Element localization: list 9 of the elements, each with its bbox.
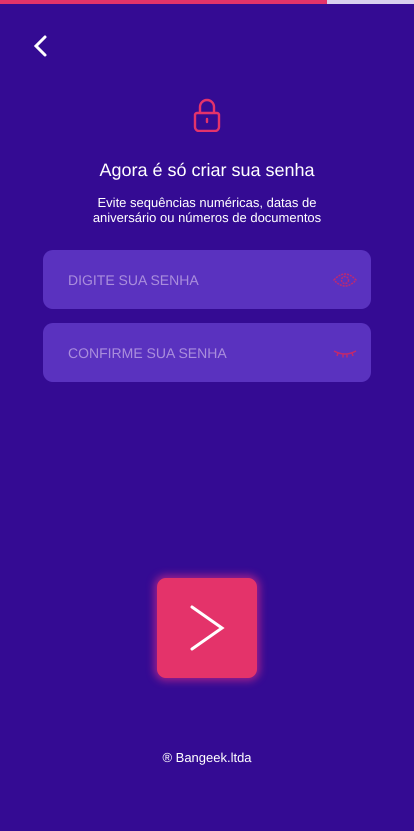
back-icon <box>32 34 48 58</box>
next-button[interactable] <box>157 578 257 678</box>
lock-icon <box>192 98 222 132</box>
password-field[interactable]: DIGITE SUA SENHA <box>66 270 333 288</box>
subtitle-text: Evite sequências numéricas, datas de aniversário ou números de documentos <box>92 195 322 225</box>
chevron-right-icon <box>189 604 225 652</box>
password-field[interactable]: CONFIRME SUA SENHA <box>66 344 333 362</box>
page-title: Agora é só criar sua senha <box>99 160 315 181</box>
copyright-text: ® Bangeek.ltda <box>162 750 252 765</box>
